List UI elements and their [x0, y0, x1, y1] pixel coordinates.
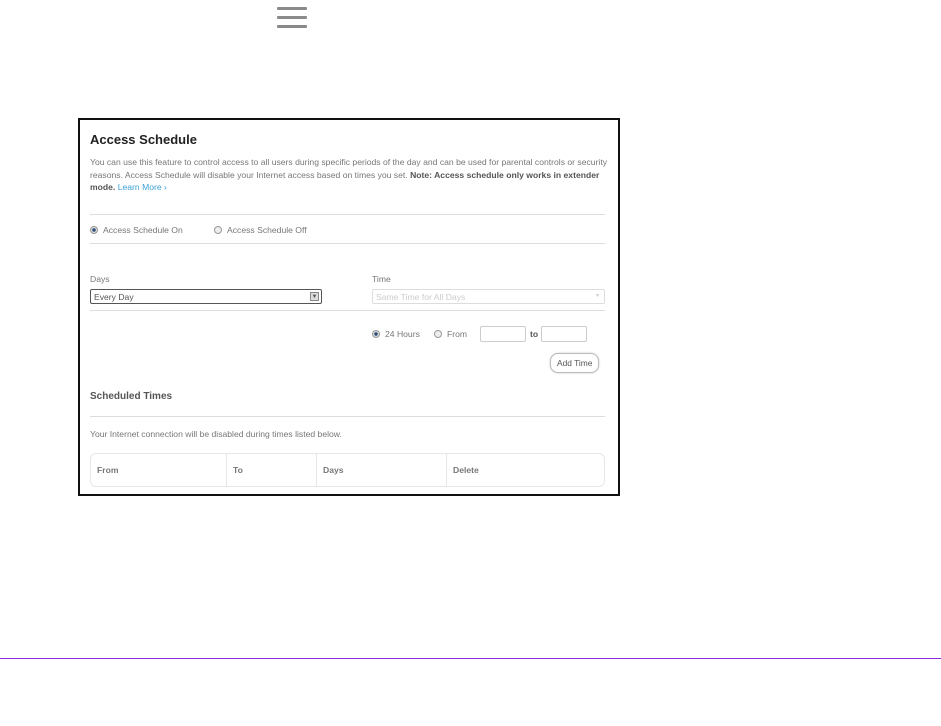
- radio-unchecked-icon: [214, 226, 222, 234]
- from-time-input[interactable]: [480, 326, 526, 342]
- scheduled-description: Your Internet connection will be disable…: [90, 429, 342, 439]
- column-header-delete: Delete: [453, 465, 479, 475]
- access-schedule-screenshot: Access Schedule You can use this feature…: [78, 118, 620, 496]
- divider: [90, 416, 605, 417]
- days-select[interactable]: Every Day ▼: [90, 289, 322, 304]
- days-label: Days: [90, 274, 110, 284]
- 24-hours-radio[interactable]: 24 Hours: [372, 329, 420, 339]
- scheduled-times-table: From To Days Delete: [90, 453, 605, 487]
- time-select[interactable]: Same Time for All Days ▾: [372, 289, 605, 304]
- time-label: Time: [372, 274, 391, 284]
- column-header-days: Days: [317, 454, 447, 486]
- column-header-from: From: [91, 454, 227, 486]
- footer-rule: [0, 658, 941, 659]
- column-header-to: To: [227, 454, 317, 486]
- radio-checked-icon: [372, 330, 380, 338]
- to-time-input[interactable]: [541, 326, 587, 342]
- divider: [90, 243, 605, 244]
- dropdown-arrow-icon: ▼: [310, 292, 319, 301]
- from-radio[interactable]: From: [434, 329, 467, 339]
- dropdown-arrow-icon: ▾: [595, 293, 599, 299]
- to-label: to: [530, 329, 539, 339]
- radio-checked-icon: [90, 226, 98, 234]
- divider: [90, 214, 605, 215]
- page-title: Access Schedule: [90, 132, 197, 147]
- access-schedule-on-radio[interactable]: Access Schedule On: [90, 225, 183, 235]
- description: You can use this feature to control acce…: [90, 157, 608, 192]
- divider: [90, 310, 605, 311]
- add-time-button[interactable]: Add Time: [550, 353, 600, 373]
- hamburger-menu-icon[interactable]: [277, 7, 307, 29]
- learn-more-link[interactable]: Learn More ›: [118, 182, 167, 192]
- radio-unchecked-icon: [434, 330, 442, 338]
- scheduled-times-heading: Scheduled Times: [90, 391, 173, 402]
- access-schedule-off-radio[interactable]: Access Schedule Off: [214, 225, 307, 235]
